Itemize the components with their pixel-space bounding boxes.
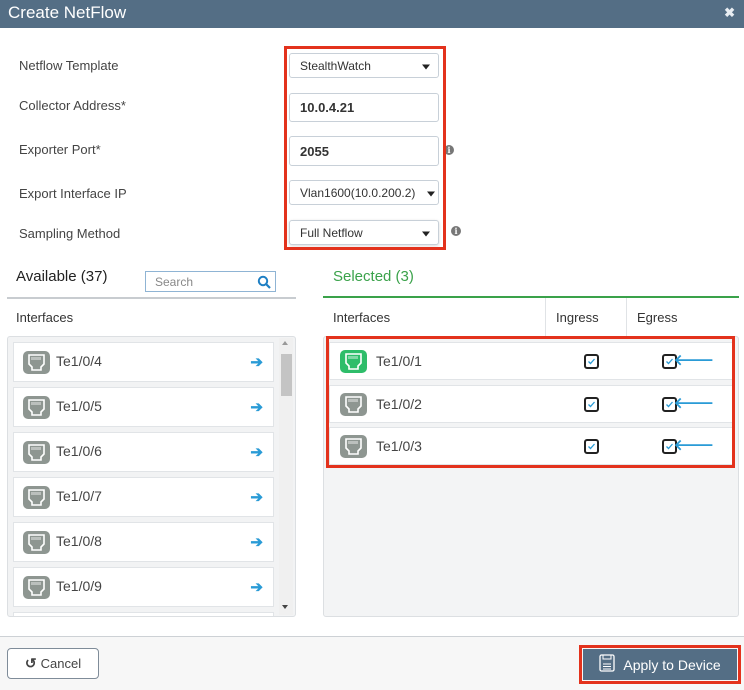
sampling-method-value: Full Netflow [300, 225, 363, 240]
arrow-right-icon[interactable]: ➔ [250, 353, 263, 371]
ethernet-port-icon [23, 531, 50, 554]
netflow-template-value: StealthWatch [300, 58, 371, 73]
interface-name: Te1/0/2 [376, 396, 422, 412]
collector-address-label: Collector Address* [19, 98, 126, 113]
cancel-button[interactable]: ↺ Cancel [7, 648, 99, 679]
sampling-method-label: Sampling Method [19, 226, 121, 241]
search-placeholder: Search [155, 275, 194, 289]
arrow-right-icon[interactable]: ➔ [250, 533, 263, 551]
list-item[interactable] [13, 612, 274, 616]
column-divider [626, 298, 627, 336]
apply-label: Apply to Device [623, 656, 721, 673]
list-item[interactable]: Te1/0/7 ➔ [13, 477, 274, 517]
arrow-right-icon[interactable]: ➔ [250, 578, 263, 596]
scroll-up-icon[interactable] [282, 341, 288, 345]
export-interface-ip-value: Vlan1600(10.0.200.2) [300, 185, 416, 200]
undo-icon: ↺ [24, 655, 37, 671]
scroll-down-icon[interactable] [282, 605, 288, 609]
list-item[interactable]: Te1/0/8 ➔ [13, 522, 274, 562]
table-row: Te1/0/1 🡐 [329, 342, 733, 380]
table-row: Te1/0/3 🡐 [329, 427, 733, 465]
ethernet-port-icon [23, 486, 50, 509]
ingress-header: Ingress [556, 310, 599, 325]
divider [7, 297, 296, 299]
ethernet-port-icon [23, 351, 50, 374]
netflow-template-select[interactable]: StealthWatch [289, 53, 439, 78]
ethernet-port-icon [340, 350, 367, 373]
info-icon[interactable]: i [444, 145, 454, 155]
search-icon[interactable] [257, 275, 271, 294]
interface-name: Te1/0/5 [56, 398, 102, 414]
collector-address-input[interactable]: 10.0.4.21 [289, 93, 439, 122]
egress-header: Egress [637, 310, 678, 325]
export-interface-ip-label: Export Interface IP [19, 186, 127, 201]
list-item[interactable]: Te1/0/5 ➔ [13, 387, 274, 427]
arrow-right-icon[interactable]: ➔ [250, 398, 263, 416]
arrow-right-icon[interactable]: ➔ [250, 488, 263, 506]
scroll-thumb[interactable] [281, 354, 292, 396]
arrow-right-icon[interactable]: ➔ [250, 443, 263, 461]
ethernet-port-icon [23, 441, 50, 464]
list-item[interactable]: Te1/0/9 ➔ [13, 567, 274, 607]
divider [323, 296, 739, 298]
chevron-down-icon [422, 64, 430, 69]
dialog-titlebar: Create NetFlow ✖ [0, 0, 744, 28]
export-interface-ip-select[interactable]: Vlan1600(10.0.200.2) [289, 180, 439, 205]
ethernet-port-icon [23, 576, 50, 599]
apply-to-device-button[interactable]: Apply to Device [583, 649, 737, 680]
available-interfaces-header: Interfaces [16, 310, 74, 325]
column-divider [545, 298, 546, 336]
selected-title: Selected (3) [333, 268, 414, 285]
collector-address-value: 10.0.4.21 [300, 100, 355, 115]
table-row: Te1/0/2 🡐 [329, 385, 733, 423]
dialog-title: Create NetFlow [8, 3, 127, 22]
sampling-method-select[interactable]: Full Netflow [289, 220, 439, 245]
list-item[interactable]: Te1/0/4 ➔ [13, 342, 274, 382]
arrow-left-icon[interactable]: 🡐 [674, 435, 714, 454]
list-item[interactable]: Te1/0/6 ➔ [13, 432, 274, 472]
selected-list: Te1/0/1 🡐 Te1/0/2 🡐 Te1/0/3 🡐 [323, 336, 739, 617]
exporter-port-input[interactable]: 2055 [289, 136, 439, 166]
interface-name: Te1/0/1 [376, 353, 422, 369]
ingress-checkbox[interactable] [584, 439, 599, 454]
available-title: Available (37) [16, 268, 108, 285]
info-icon[interactable]: i [451, 226, 461, 236]
scrollbar[interactable] [279, 338, 293, 615]
interface-name: Te1/0/3 [376, 438, 422, 454]
save-icon [599, 654, 616, 675]
interface-name: Te1/0/8 [56, 533, 102, 549]
netflow-template-label: Netflow Template [19, 58, 119, 73]
arrow-left-icon[interactable]: 🡐 [674, 350, 714, 369]
ingress-checkbox[interactable] [584, 354, 599, 369]
interface-name: Te1/0/7 [56, 488, 102, 504]
chevron-down-icon [422, 231, 430, 236]
exporter-port-label: Exporter Port* [19, 142, 101, 157]
exporter-port-value: 2055 [300, 143, 329, 159]
interface-name: Te1/0/9 [56, 578, 102, 594]
ethernet-port-icon [340, 393, 367, 416]
close-icon[interactable]: ✖ [724, 5, 735, 21]
ethernet-port-icon [23, 396, 50, 419]
ingress-checkbox[interactable] [584, 397, 599, 412]
search-input[interactable]: Search [145, 271, 276, 292]
selected-interfaces-header: Interfaces [333, 310, 391, 325]
cancel-label: Cancel [40, 656, 82, 671]
interface-name: Te1/0/6 [56, 443, 102, 459]
available-list: Te1/0/4 ➔ Te1/0/5 ➔ Te1/0/6 ➔ Te1/0/7 ➔ … [7, 336, 296, 617]
chevron-down-icon [427, 191, 435, 196]
arrow-left-icon[interactable]: 🡐 [674, 393, 714, 412]
interface-name: Te1/0/4 [56, 353, 102, 369]
ethernet-port-icon [340, 435, 367, 458]
